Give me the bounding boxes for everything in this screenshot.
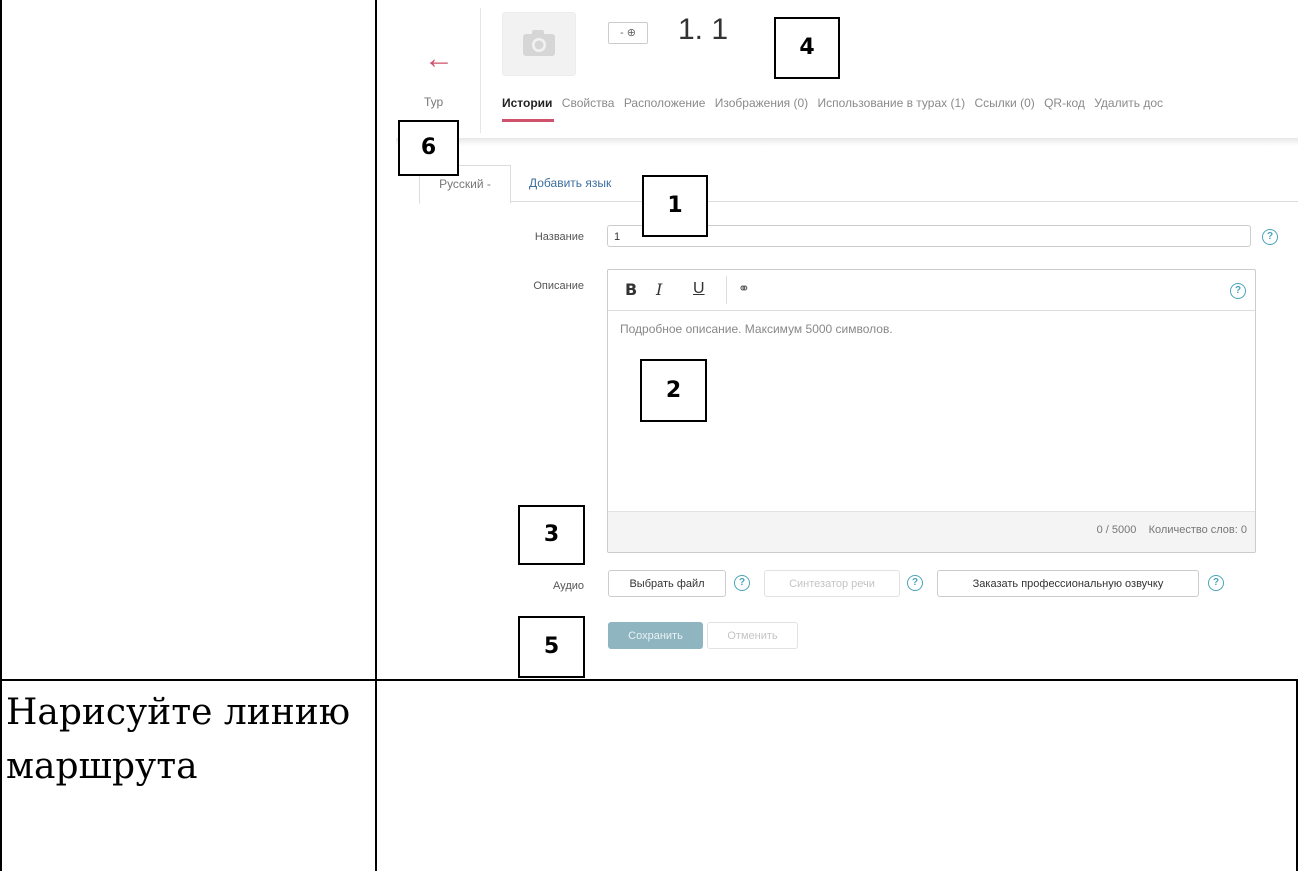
description-label: Описание [533,280,584,292]
language-switch-dropdown[interactable]: - ⊕ [608,22,648,44]
choose-file-button[interactable]: Выбрать файл [608,570,726,597]
annotation-4: 4 [774,17,840,79]
page-title: 1. 1 [678,13,729,46]
order-voiceover-help-icon[interactable]: ? [1208,575,1224,591]
char-word-count: 0 / 5000 Количество слов: 0 [1097,524,1247,536]
word-count: Количество слов: 0 [1148,524,1247,536]
cancel-button[interactable]: Отменить [707,622,798,649]
task-text: Нарисуйте линию маршрута [6,692,351,787]
tab-usage-in-tours[interactable]: Использование в турах (1) [818,96,966,110]
language-tabs-line [419,201,1298,202]
document-table: Нарисуйте линию маршрута ← Тур - ⊕ 1. 1 … [0,0,1298,871]
annotation-3: 3 [518,505,585,565]
tab-delete[interactable]: Удалить дос [1094,96,1163,110]
annotation-5: 5 [518,616,585,678]
order-voiceover-button[interactable]: Заказать профессиональную озвучку [937,570,1199,597]
editor-toolbar: B I U ⚭ ? [608,270,1255,311]
header-divider [480,8,481,133]
photo-upload[interactable] [502,12,576,76]
camera-icon [523,30,555,56]
audio-label: Аудио [552,580,584,592]
tab-properties[interactable]: Свойства [562,96,615,110]
editor-status-bar: 0 / 5000 Количество слов: 0 [608,511,1255,552]
speech-synth-help-icon[interactable]: ? [907,575,923,591]
tab-stories[interactable]: Истории [502,96,552,110]
table-border-left [0,0,2,871]
active-tab-underline [502,119,554,122]
table-column-divider [375,0,377,871]
toolbar-separator [726,276,727,304]
choose-file-help-icon[interactable]: ? [734,575,750,591]
tab-images[interactable]: Изображения (0) [715,96,808,110]
char-count: 0 / 5000 [1096,524,1137,536]
back-arrow-icon[interactable]: ← [424,44,454,74]
bold-button[interactable]: B [625,280,637,299]
header-shadow [396,138,1298,146]
annotation-1: 1 [642,175,708,237]
underline-button[interactable]: U [693,280,705,298]
editor-help-icon[interactable]: ? [1230,283,1246,299]
annotation-2: 2 [640,359,707,422]
annotation-6: 6 [398,120,459,176]
tab-location[interactable]: Расположение [624,96,706,110]
link-icon[interactable]: ⚭ [738,280,750,297]
italic-button[interactable]: I [656,280,662,299]
add-language-link[interactable]: Добавить язык [529,176,611,190]
tab-links[interactable]: Ссылки (0) [975,96,1035,110]
table-row-divider [0,679,1298,681]
name-label: Название [534,231,584,243]
tab-qr-code[interactable]: QR-код [1044,96,1085,110]
name-help-icon[interactable]: ? [1262,229,1278,245]
speech-synth-button[interactable]: Синтезатор речи [764,570,900,597]
save-button[interactable]: Сохранить [608,622,703,649]
description-placeholder: Подробное описание. Максимум 5000 символ… [620,322,893,336]
app-screenshot: ← Тур - ⊕ 1. 1 Истории Свойства Располож… [396,0,1298,679]
tab-bar: Истории Свойства Расположение Изображени… [502,96,1169,110]
tour-label[interactable]: Тур [424,95,443,109]
